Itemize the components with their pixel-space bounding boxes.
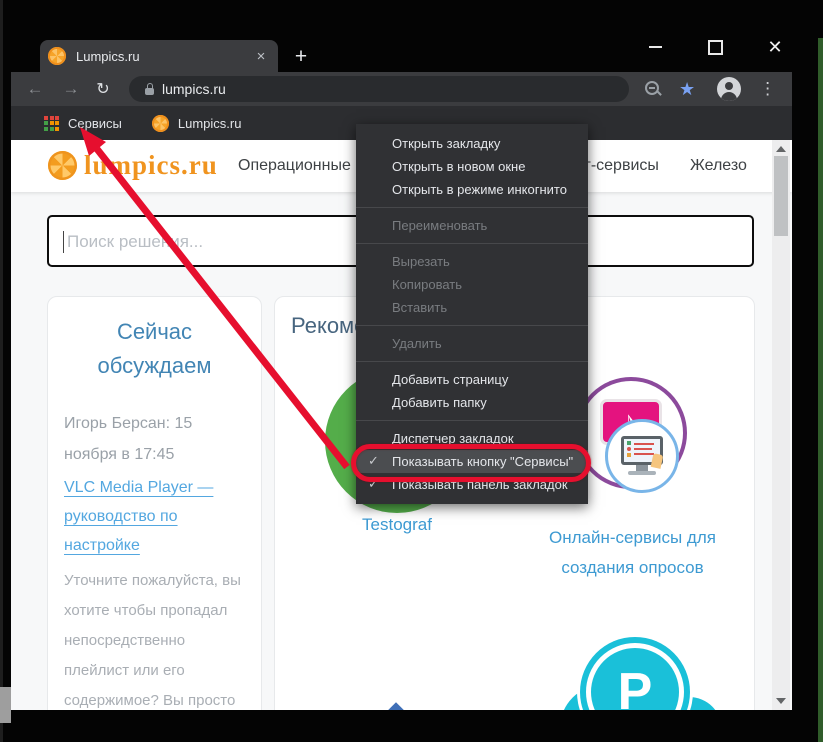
- pcloud-ring-icon: P: [586, 643, 684, 710]
- services-button[interactable]: Сервисы: [68, 116, 122, 131]
- minimize-button[interactable]: [640, 35, 670, 59]
- comment-text: Уточните пожалуйста, вы хотите чтобы про…: [64, 572, 241, 710]
- diamond-logo-image[interactable]: [318, 702, 474, 710]
- new-tab-button[interactable]: +: [288, 46, 314, 70]
- bookmark-star-icon[interactable]: ★: [679, 79, 695, 100]
- browser-toolbar: ← → ↻ lumpics.ru ★ ⋮: [11, 72, 792, 106]
- survey-form-badge: [605, 419, 679, 493]
- sidebar-discussion-card: Сейчас обсуждаем Игорь Берсан: 15 ноября…: [47, 296, 262, 710]
- comment-article-link[interactable]: VLC Media Player — руководство по настро…: [64, 474, 245, 560]
- window-controls: ✕: [640, 34, 790, 60]
- bookmark-favicon-icon: [151, 114, 169, 132]
- url-text: lumpics.ru: [162, 81, 226, 97]
- menu-item-rename: Переименовать: [392, 218, 488, 233]
- testograf-link[interactable]: Testograf: [303, 515, 491, 535]
- menu-item-open-new-window[interactable]: Открыть в новом окне: [356, 155, 588, 178]
- menu-separator: [356, 243, 588, 244]
- zoom-out-icon[interactable]: [643, 79, 663, 99]
- bookmark-lumpics[interactable]: Lumpics.ru: [178, 116, 242, 131]
- site-logo[interactable]: lumpics.ru: [48, 150, 218, 181]
- menu-item-add-folder[interactable]: Добавить папку: [356, 391, 588, 414]
- desktop-edge-strip: [818, 38, 823, 742]
- menu-item-paste: Вставить: [392, 300, 448, 315]
- scrollbar-thumb[interactable]: [774, 156, 788, 236]
- close-icon: ✕: [767, 37, 783, 57]
- menu-item-open-bookmark[interactable]: Открыть закладку: [356, 132, 588, 155]
- menu-item-delete: Удалить: [392, 336, 442, 351]
- tab-close-button[interactable]: ×: [252, 48, 270, 65]
- caption-line2: создания опросов: [561, 557, 704, 577]
- menu-separator: [356, 361, 588, 362]
- background-window-fragment: [0, 687, 11, 723]
- caption-line1: Онлайн-сервисы для: [549, 528, 716, 547]
- scroll-down-icon[interactable]: [776, 698, 786, 704]
- browser-menu-icon[interactable]: ⋮: [759, 79, 776, 99]
- pcloud-letter: P: [617, 663, 653, 710]
- profile-avatar[interactable]: [717, 77, 742, 101]
- menu-item-copy: Копировать: [392, 277, 462, 292]
- lock-icon: [145, 82, 154, 95]
- menu-separator: [356, 325, 588, 326]
- address-bar[interactable]: lumpics.ru: [129, 76, 629, 102]
- scroll-up-icon[interactable]: [776, 146, 786, 152]
- menu-item-cut: Вырезать: [392, 254, 450, 269]
- menu-item-open-incognito[interactable]: Открыть в режиме инкогнито: [356, 178, 588, 201]
- services-apps-icon: [44, 115, 59, 131]
- maximize-icon: [707, 39, 723, 55]
- sidebar-title: Сейчас обсуждаем: [97, 319, 212, 379]
- reload-button[interactable]: ↻: [91, 77, 115, 101]
- survey-services-link[interactable]: Онлайн-сервисы для создания опросов: [525, 523, 740, 583]
- menu-separator: [356, 420, 588, 421]
- site-favicon-icon: [48, 47, 66, 65]
- diamond-blue: [359, 702, 433, 710]
- screenshot-stage: ✕ Lumpics.ru × + ← → ↻ lumpics.ru ★ ⋮ Се…: [0, 0, 823, 742]
- back-button[interactable]: ←: [23, 77, 47, 101]
- close-window-button[interactable]: ✕: [760, 35, 790, 59]
- site-logo-icon: [48, 151, 77, 180]
- pcloud-logo-image[interactable]: P: [530, 627, 730, 710]
- minimize-icon: [648, 46, 662, 48]
- forward-button[interactable]: →: [59, 77, 83, 101]
- frame-left-edge: [0, 0, 3, 742]
- maximize-button[interactable]: [700, 35, 730, 59]
- tab-title: Lumpics.ru: [76, 48, 140, 64]
- nav-hardware[interactable]: Железо: [690, 157, 747, 175]
- comment-author-date: Игорь Берсан: 15 ноября в 17:45: [64, 415, 193, 463]
- annotation-red-ring: [351, 444, 591, 482]
- menu-item-add-page[interactable]: Добавить страницу: [356, 368, 588, 391]
- browser-tab[interactable]: Lumpics.ru ×: [40, 40, 278, 72]
- page-scrollbar[interactable]: [772, 140, 790, 710]
- pointing-hand-icon: [650, 453, 664, 469]
- text-caret: [63, 231, 64, 253]
- site-logo-text: lumpics.ru: [84, 150, 218, 180]
- menu-separator: [356, 207, 588, 208]
